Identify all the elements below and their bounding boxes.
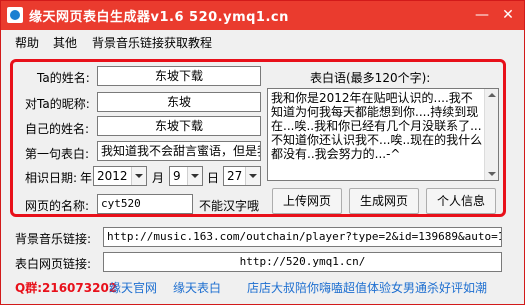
music-label: 背景音乐链接:	[15, 232, 92, 246]
chevron-down-icon[interactable]	[131, 167, 146, 185]
date-label: 相识日期:	[25, 171, 78, 185]
title-bar: 缘天网页表白生成器v1.6 520.ymq1.cn — ✕	[1, 1, 524, 30]
ad-link[interactable]: 店店大叔陪你嗨嗑超值体验女男通杀好评如潮	[247, 279, 487, 296]
first-sentence-label: 第一句表白:	[25, 147, 90, 161]
day-value: 27	[227, 169, 243, 183]
year-value: 2012	[97, 169, 128, 183]
message-label: 表白语(最多120个字):	[310, 71, 431, 85]
window-title: 缘天网页表白生成器v1.6 520.ymq1.cn	[29, 10, 289, 25]
menu-music-tutorial[interactable]: 背景音乐链接获取教程	[92, 34, 212, 51]
qq-group: Q群:216073202	[15, 281, 118, 295]
upload-button[interactable]: 上传网页	[272, 188, 342, 214]
generate-button[interactable]: 生成网页	[349, 188, 419, 214]
my-name-label: 自己的姓名:	[25, 122, 90, 136]
love-page-link[interactable]: 缘天表白	[173, 279, 221, 296]
message-textarea[interactable]: 我和你是2012年在贴吧认识的....我不知道为何我每天都能想到你....持续到…	[267, 88, 499, 181]
ta-nick-label: 对Ta的昵称:	[25, 97, 90, 111]
menu-other[interactable]: 其他	[53, 34, 77, 51]
profile-button[interactable]: 个人信息	[426, 188, 496, 214]
message-text: 我和你是2012年在贴吧认识的....我不知道为何我每天都能想到你....持续到…	[271, 91, 483, 161]
menu-help[interactable]: 帮助	[15, 34, 39, 51]
page-link-field[interactable]: http://520.ymq1.cn/	[103, 252, 502, 272]
app-icon	[7, 7, 23, 23]
scroll-up-icon[interactable]	[488, 93, 496, 97]
chevron-down-icon[interactable]	[245, 167, 260, 185]
year-select[interactable]: 2012	[93, 166, 147, 186]
page-link-label: 表白网页链接:	[15, 257, 92, 271]
chevron-down-icon[interactable]	[187, 167, 202, 185]
day-label: 日	[207, 171, 220, 185]
month-select[interactable]: 9	[169, 166, 203, 186]
day-select[interactable]: 27	[223, 166, 261, 186]
ta-name-label: Ta的姓名:	[37, 71, 90, 85]
month-label: 月	[152, 171, 165, 185]
first-sentence-field[interactable]: 我知道我不会甜言蜜语，但是我	[97, 141, 261, 161]
scroll-down-icon[interactable]	[488, 172, 496, 176]
music-field[interactable]: http://music.163.com/outchain/player?typ…	[103, 227, 502, 247]
official-site-link[interactable]: 缘天官网	[109, 279, 157, 296]
page-name-label: 网页的名称:	[25, 199, 90, 213]
minimize-icon[interactable]: —	[469, 5, 495, 25]
page-name-field[interactable]: cyt520	[97, 194, 193, 214]
menu-bar: 帮助 其他 背景音乐链接获取教程	[1, 31, 524, 51]
page-name-note: 不能汉字哦	[199, 199, 260, 213]
my-name-field[interactable]: 东坡下载	[97, 116, 261, 136]
month-value: 9	[173, 169, 181, 183]
app-window: 缘天网页表白生成器v1.6 520.ymq1.cn — ✕ 帮助 其他 背景音乐…	[0, 0, 525, 305]
ta-name-field[interactable]: 东坡下载	[97, 66, 261, 86]
close-icon[interactable]: ✕	[495, 5, 521, 25]
year-label: 年	[80, 171, 93, 185]
scrollbar[interactable]	[484, 89, 498, 180]
ta-nick-field[interactable]: 东坡	[97, 92, 261, 112]
